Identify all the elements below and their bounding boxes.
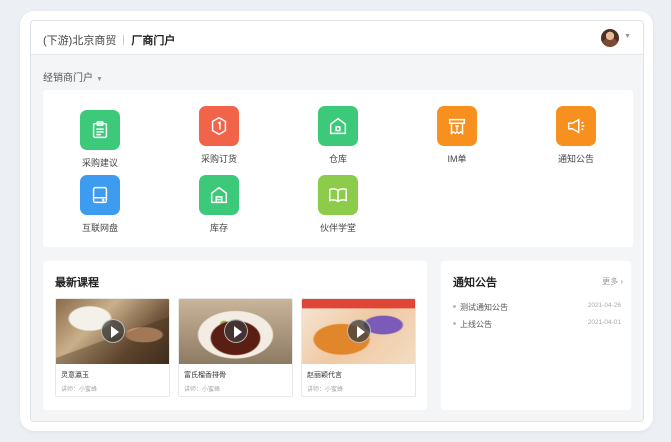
course-name: 灵意瀛玉 <box>61 372 89 379</box>
bullet-icon <box>453 305 456 308</box>
app-purchase-suggestion[interactable]: 采购建议 <box>60 110 140 169</box>
course-lecturer: 讲师：小蜜蜂 <box>307 387 344 393</box>
play-icon[interactable] <box>224 319 248 343</box>
chevron-down-icon[interactable]: ▼ <box>624 33 631 40</box>
order-icon <box>199 106 239 146</box>
app-label: 互联网盘 <box>81 223 118 233</box>
top-bar: (下游)北京商贸 厂商门户 ▼ <box>31 21 643 55</box>
portal-switcher-label: 经销商门户 <box>43 73 93 84</box>
course-card[interactable]: 灵意瀛玉 讲师：小蜜蜂 <box>55 298 170 397</box>
course-thumbnail <box>179 299 292 364</box>
inventory-icon <box>199 175 239 215</box>
course-name: 富氏榴香排骨 <box>184 372 226 379</box>
app-label: 仓库 <box>328 154 347 164</box>
portal-switcher[interactable]: 经销商门户 ▼ <box>43 69 103 84</box>
play-icon[interactable] <box>347 319 371 343</box>
app-notices[interactable]: 通知公告 <box>536 106 616 165</box>
company-name[interactable]: (下游)北京商贸 <box>43 35 116 47</box>
clipboard-icon <box>80 110 120 150</box>
more-label: 更多 <box>602 277 619 286</box>
chevron-down-icon: ▼ <box>96 76 103 83</box>
app-inventory[interactable]: 库存 <box>179 175 259 234</box>
brand-divider <box>123 35 125 45</box>
notice-title: 上线公告 <box>460 320 492 329</box>
book-icon <box>318 175 358 215</box>
portal-name: 厂商门户 <box>131 35 176 47</box>
app-net-disk[interactable]: 互联网盘 <box>60 175 140 234</box>
bullet-icon <box>453 322 456 325</box>
course-name: 赵丽颖代言 <box>307 372 342 379</box>
course-lecturer: 讲师：小蜜蜂 <box>61 387 98 393</box>
notice-date: 2021-04-26 <box>587 302 621 309</box>
app-label: 伙伴学堂 <box>319 223 356 233</box>
notice-item[interactable]: 测试通知公告 2021-04-26 <box>453 302 621 314</box>
app-label: 库存 <box>209 223 228 233</box>
app-warehouse[interactable]: 仓库 <box>298 106 378 165</box>
course-card[interactable]: 富氏榴香排骨 讲师：小蜜蜂 <box>178 298 293 397</box>
chevron-right-icon: › <box>620 277 623 286</box>
notice-date: 2021-04-01 <box>587 319 621 326</box>
app-partner-academy[interactable]: 伙伴学堂 <box>298 175 378 234</box>
megaphone-icon <box>556 106 596 146</box>
receipt-icon <box>437 106 477 146</box>
course-thumbnail <box>302 299 415 364</box>
app-label: 采购订货 <box>200 154 237 164</box>
latest-courses-panel: 最新课程 灵意瀛玉 讲师：小蜜蜂 富氏榴香排骨 讲师：小蜜蜂 赵丽颖代言 讲师：… <box>43 261 427 410</box>
app-label: 通知公告 <box>557 154 594 164</box>
app-label: IM单 <box>447 154 467 164</box>
notice-item[interactable]: 上线公告 2021-04-01 <box>453 319 621 331</box>
disk-icon <box>80 175 120 215</box>
app-im-order[interactable]: IM单 <box>417 106 497 165</box>
more-link[interactable]: 更多 › <box>602 276 623 287</box>
app-label: 采购建议 <box>81 158 118 168</box>
section-title: 通知公告 <box>453 277 497 289</box>
play-icon[interactable] <box>101 319 125 343</box>
avatar[interactable] <box>601 29 619 47</box>
brand: (下游)北京商贸 厂商门户 <box>43 32 175 48</box>
notice-title: 测试通知公告 <box>460 303 508 312</box>
section-title: 最新课程 <box>55 277 99 289</box>
notices-panel: 通知公告 更多 › 测试通知公告 2021-04-26 上线公告 2021-04… <box>441 261 631 410</box>
portal-window: (下游)北京商贸 厂商门户 ▼ 经销商门户 ▼ 采购建议 采购订货 仓库 IM单… <box>30 20 644 422</box>
app-purchase-order[interactable]: 采购订货 <box>179 106 259 165</box>
course-lecturer: 讲师：小蜜蜂 <box>184 387 221 393</box>
warehouse-icon <box>318 106 358 146</box>
app-grid: 采购建议 采购订货 仓库 IM单 通知公告 互联网盘 库存 伙伴学堂 <box>43 90 633 247</box>
course-card[interactable]: 赵丽颖代言 讲师：小蜜蜂 <box>301 298 416 397</box>
course-thumbnail <box>56 299 169 364</box>
